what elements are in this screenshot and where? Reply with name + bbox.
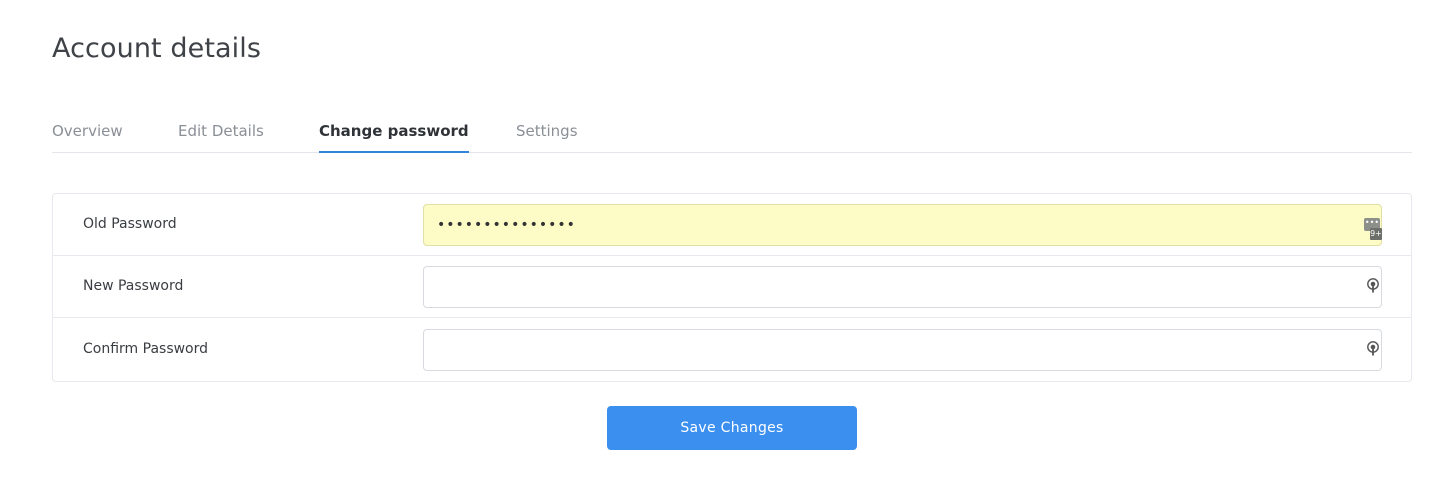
tab-settings[interactable]: Settings [516,121,578,153]
old-password-row: Old Password ••• 9+ [53,194,1411,256]
change-password-form: Old Password ••• 9+ New Password Confirm… [52,193,1412,382]
account-tabs: Overview Edit Details Change password Se… [52,110,1412,153]
password-manager-key-icon[interactable] [1365,340,1381,358]
confirm-password-label: Confirm Password [83,341,209,357]
confirm-password-row: Confirm Password [53,319,1411,381]
tab-change-password[interactable]: Change password [319,121,469,153]
new-password-input[interactable] [423,266,1382,308]
old-password-input[interactable] [423,204,1382,246]
confirm-password-input[interactable] [423,329,1382,371]
password-manager-icon[interactable]: ••• 9+ [1364,218,1382,240]
old-password-label: Old Password [83,216,177,232]
save-changes-button[interactable]: Save Changes [607,406,857,450]
account-details-page: Account details Overview Edit Details Ch… [0,0,1438,492]
password-manager-key-icon[interactable] [1365,277,1381,295]
new-password-row: New Password [53,256,1411,318]
password-manager-count: 9+ [1370,228,1382,240]
new-password-label: New Password [83,278,184,294]
page-title: Account details [52,33,262,64]
tab-overview[interactable]: Overview [52,121,123,153]
tab-edit-details[interactable]: Edit Details [178,121,264,153]
